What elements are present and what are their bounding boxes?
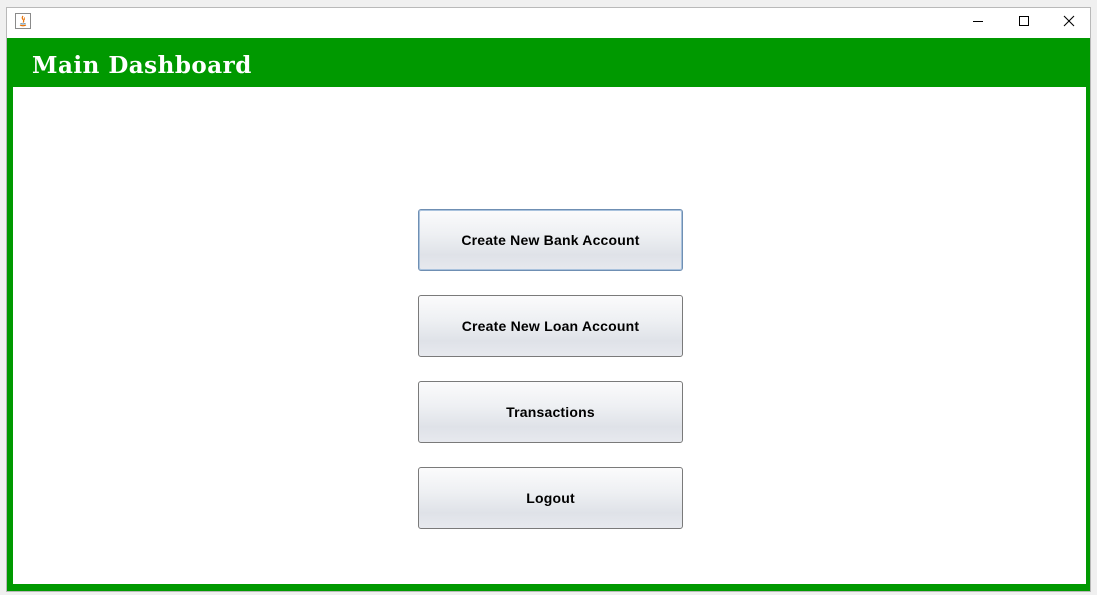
dashboard-frame: Main Dashboard Create New Bank Account C… <box>7 38 1090 591</box>
minimize-icon <box>972 14 984 32</box>
minimize-button[interactable] <box>955 8 1001 37</box>
create-loan-account-button[interactable]: Create New Loan Account <box>418 295 683 357</box>
transactions-button[interactable]: Transactions <box>418 381 683 443</box>
create-bank-account-button[interactable]: Create New Bank Account <box>418 209 683 271</box>
dashboard-content: Create New Bank Account Create New Loan … <box>13 87 1086 584</box>
title-bar <box>7 8 1090 38</box>
app-window: Main Dashboard Create New Bank Account C… <box>6 7 1091 592</box>
logout-button[interactable]: Logout <box>418 467 683 529</box>
close-button[interactable] <box>1046 8 1092 37</box>
java-icon <box>15 13 31 29</box>
page-title: Main Dashboard <box>32 52 252 79</box>
close-icon <box>1063 14 1075 32</box>
maximize-icon <box>1018 14 1030 32</box>
maximize-button[interactable] <box>1001 8 1047 37</box>
